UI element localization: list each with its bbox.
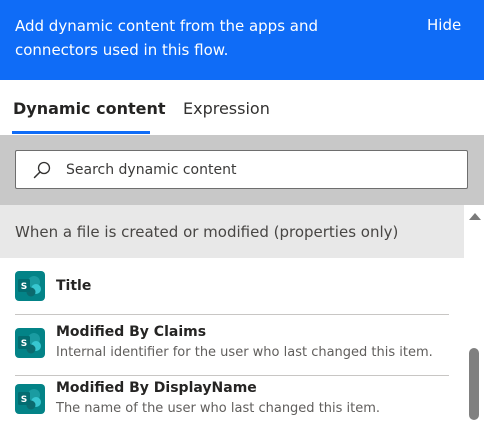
banner-message: Add dynamic content from the apps and co… (15, 17, 318, 59)
list-item-title[interactable]: S Title (0, 258, 464, 313)
group-title: When a file is created or modified (prop… (15, 223, 399, 241)
item-description: Internal identifier for the user who las… (56, 345, 433, 360)
search-box[interactable] (15, 150, 468, 189)
sharepoint-icon: S (15, 384, 45, 414)
scroll-up-arrow-icon[interactable] (469, 213, 481, 220)
list-item-modified-by-claims[interactable]: S Modified By Claims Internal identifier… (0, 315, 464, 375)
sharepoint-icon: S (15, 328, 45, 358)
item-title: Modified By Claims (56, 324, 207, 340)
search-icon (32, 160, 52, 180)
hide-button[interactable]: Hide (427, 16, 461, 34)
tab-bar: Dynamic content Expression (0, 80, 484, 135)
search-area (0, 135, 484, 205)
tab-dynamic-content[interactable]: Dynamic content (13, 99, 166, 118)
active-tab-indicator (12, 131, 150, 134)
group-header[interactable]: When a file is created or modified (prop… (0, 205, 464, 258)
list-item-modified-by-displayname[interactable]: S Modified By DisplayName The name of th… (0, 376, 464, 423)
item-title: Modified By DisplayName (56, 380, 257, 396)
tab-expression[interactable]: Expression (183, 99, 270, 118)
search-input[interactable] (66, 151, 456, 188)
dynamic-content-list: When a file is created or modified (prop… (0, 205, 484, 423)
info-banner: Add dynamic content from the apps and co… (0, 0, 484, 80)
svg-text:S: S (21, 339, 27, 349)
sharepoint-icon: S (15, 271, 45, 301)
scrollbar-thumb[interactable] (469, 348, 479, 420)
svg-text:S: S (21, 395, 27, 405)
scrollbar[interactable] (464, 205, 484, 423)
item-description: The name of the user who last changed th… (56, 401, 381, 416)
svg-text:S: S (21, 282, 27, 292)
item-title: Title (56, 278, 92, 294)
